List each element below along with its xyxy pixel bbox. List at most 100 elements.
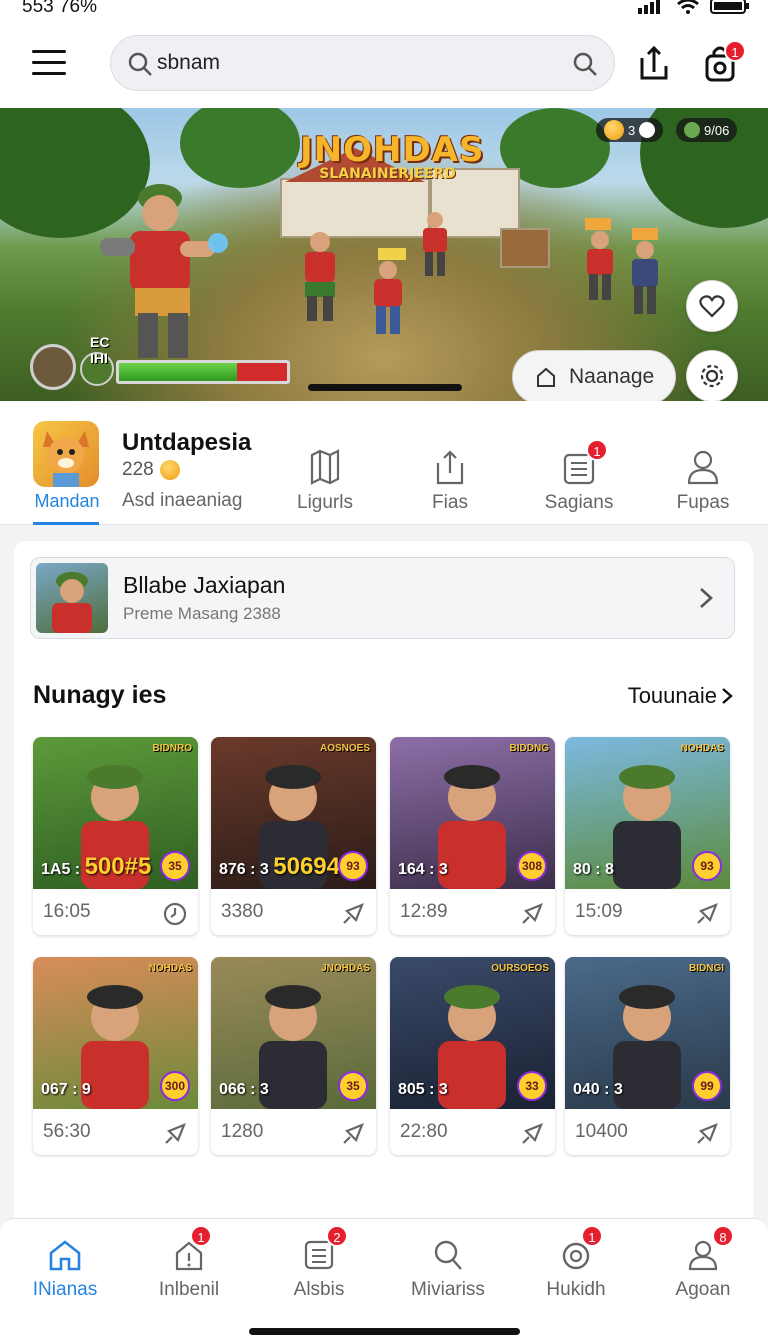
enemy-fighter-2 bbox=[374, 248, 406, 334]
featured-card[interactable]: Bllabe Jaxiapan Preme Masang 2388 bbox=[30, 557, 735, 639]
search-submit-icon[interactable] bbox=[572, 51, 598, 77]
home-indicator[interactable] bbox=[249, 1328, 520, 1335]
game-score-small: 067 : 9 bbox=[41, 1081, 91, 1098]
featured-title: Bllabe Jaxiapan bbox=[123, 572, 286, 598]
game-card[interactable]: BIDNGI 040 : 3 99 10400 bbox=[565, 957, 730, 1155]
game-art: JNOHDAS 066 : 3 35 bbox=[211, 957, 376, 1109]
active-tab-indicator bbox=[33, 522, 99, 525]
game-card[interactable]: NOHDAS 80 : 8 93 15:09 bbox=[565, 737, 730, 935]
search-input[interactable] bbox=[157, 48, 557, 78]
wifi-icon bbox=[677, 0, 699, 14]
manage-button[interactable]: Naanage bbox=[512, 350, 676, 401]
player-label: EC IHI bbox=[90, 334, 110, 366]
health-bar-fill bbox=[119, 363, 237, 381]
nav-list-label: Alsbis bbox=[293, 1279, 345, 1300]
tab-fias[interactable]: Fias bbox=[395, 443, 505, 514]
section-title: Nunagy ies bbox=[33, 681, 167, 709]
game-score: 067 : 9 bbox=[41, 1073, 91, 1101]
nav-inbox-label: Inlbenil bbox=[158, 1279, 220, 1300]
tab-fupas-label: Fupas bbox=[676, 492, 730, 513]
game-art: BIDDNG 164 : 3 308 bbox=[390, 737, 555, 889]
featured-thumbnail bbox=[36, 563, 108, 633]
nav-list[interactable]: 2 Alsbis bbox=[264, 1225, 374, 1301]
enemy-fighter-3 bbox=[423, 212, 447, 276]
share-box-icon bbox=[436, 450, 464, 485]
game-emoji-badge: 93 bbox=[692, 851, 722, 881]
section-see-all-link[interactable]: Touunaie bbox=[628, 683, 733, 709]
share-icon[interactable] bbox=[340, 1121, 366, 1147]
nav-account-label: Agoan bbox=[675, 1279, 731, 1300]
hero-banner[interactable]: JNOHDAS SLANAINERJEERD 3 9/06 EC IHI Naa… bbox=[0, 108, 768, 401]
share-icon[interactable] bbox=[694, 1121, 720, 1147]
game-score-small: 040 : 3 bbox=[573, 1081, 623, 1098]
tab-fupas[interactable]: Fupas bbox=[648, 443, 758, 514]
nav-search-label: Miviariss bbox=[411, 1279, 485, 1300]
game-tag: OURSOEOS bbox=[491, 963, 549, 974]
game-card[interactable]: BIDNRO 1A5 : 500#5 35 16:05 bbox=[33, 737, 198, 935]
game-tag: AOSNOES bbox=[319, 743, 370, 754]
featured-character-image bbox=[52, 572, 92, 633]
nav-list-badge: 2 bbox=[326, 1225, 348, 1247]
chevron-right-icon bbox=[722, 688, 733, 704]
status-time: 553 76% bbox=[22, 0, 98, 17]
nav-search[interactable]: Miviariss bbox=[393, 1233, 503, 1301]
health-bar bbox=[116, 360, 290, 384]
menu-button[interactable] bbox=[32, 50, 66, 78]
bag-button[interactable]: 1 bbox=[702, 40, 746, 84]
game-card[interactable]: BIDDNG 164 : 3 308 12:89 bbox=[390, 737, 555, 935]
game-score: 040 : 3 bbox=[573, 1073, 623, 1101]
game-art: AOSNOES 876 : 3 50694 93 bbox=[211, 737, 376, 889]
content-panel: Bllabe Jaxiapan Preme Masang 2388 Nunagy… bbox=[14, 541, 753, 1231]
clock-icon[interactable] bbox=[162, 901, 188, 927]
person-icon bbox=[687, 450, 719, 485]
battery-icon bbox=[710, 0, 749, 14]
app-icon[interactable] bbox=[33, 421, 99, 487]
game-score: 066 : 3 bbox=[219, 1073, 269, 1101]
favorite-button[interactable] bbox=[686, 280, 738, 332]
app-label[interactable]: Mandan bbox=[33, 491, 101, 512]
hero-drag-handle[interactable] bbox=[308, 384, 462, 391]
search-bar[interactable] bbox=[110, 35, 615, 91]
manage-button-label: Naanage bbox=[569, 365, 655, 388]
game-time: 10400 bbox=[575, 1121, 628, 1142]
game-score-small: 876 : 3 bbox=[219, 861, 269, 878]
nav-home[interactable]: INianas bbox=[10, 1233, 120, 1301]
tab-ligurls[interactable]: Ligurls bbox=[270, 443, 380, 514]
map-icon bbox=[310, 449, 340, 485]
share-icon[interactable] bbox=[162, 1121, 188, 1147]
game-time: 3380 bbox=[221, 901, 264, 922]
game-card[interactable]: JNOHDAS 066 : 3 35 1280 bbox=[211, 957, 376, 1155]
coin-count: 228 bbox=[122, 459, 154, 480]
heart-icon bbox=[699, 295, 725, 318]
share-icon[interactable] bbox=[519, 1121, 545, 1147]
nav-home-label: INianas bbox=[32, 1279, 98, 1300]
game-card[interactable]: NOHDAS 067 : 9 300 56:30 bbox=[33, 957, 198, 1155]
nav-account-badge: 8 bbox=[712, 1225, 734, 1247]
game-emoji-badge: 35 bbox=[338, 1071, 368, 1101]
settings-button[interactable] bbox=[686, 350, 738, 401]
nav-activity[interactable]: 1 Hukidh bbox=[521, 1225, 631, 1301]
game-art: BIDNRO 1A5 : 500#5 35 bbox=[33, 737, 198, 889]
nav-inbox[interactable]: 1 Inlbenil bbox=[134, 1225, 244, 1301]
tab-sagians-label: Sagians bbox=[544, 492, 614, 513]
game-score-big: 50694 bbox=[273, 853, 341, 880]
upload-icon bbox=[640, 45, 668, 80]
enemy-fighter-1 bbox=[305, 232, 335, 321]
home-icon bbox=[49, 1240, 81, 1271]
health-bar-damage bbox=[236, 363, 287, 381]
hud-counter-left-value: 3 bbox=[628, 122, 636, 138]
game-card[interactable]: OURSOEOS 805 : 3 33 22:80 bbox=[390, 957, 555, 1155]
upload-button[interactable] bbox=[636, 44, 676, 84]
game-score: 1A5 : 500#5 bbox=[41, 853, 151, 881]
game-score: 164 : 3 bbox=[398, 853, 448, 881]
game-card[interactable]: AOSNOES 876 : 3 50694 93 3380 bbox=[211, 737, 376, 935]
share-icon[interactable] bbox=[519, 901, 545, 927]
gear-icon bbox=[700, 364, 724, 388]
game-score-small: 1A5 : bbox=[41, 861, 81, 878]
share-icon[interactable] bbox=[694, 901, 720, 927]
nav-account[interactable]: 8 Agoan bbox=[648, 1225, 758, 1301]
tab-sagians[interactable]: 1 Sagians bbox=[524, 439, 634, 514]
share-icon[interactable] bbox=[340, 901, 366, 927]
game-score: 805 : 3 bbox=[398, 1073, 448, 1101]
game-tag: BIDDNG bbox=[509, 743, 549, 754]
